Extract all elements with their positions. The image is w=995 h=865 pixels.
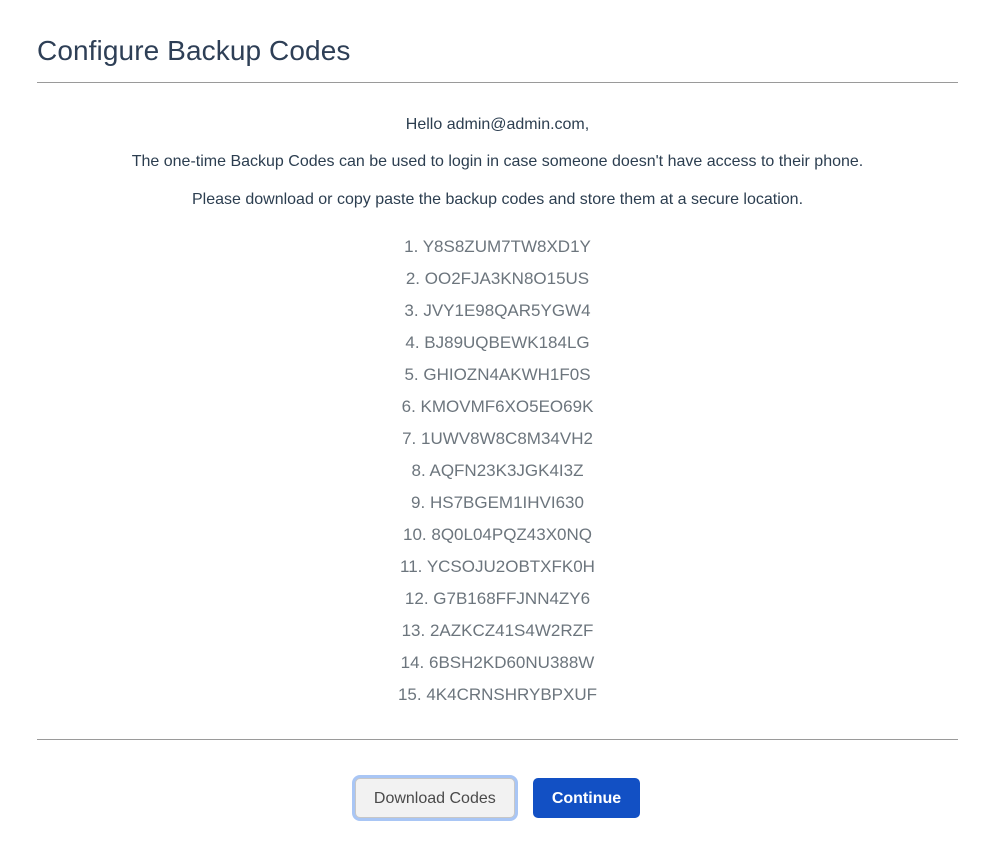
backup-codes-instruction: Please download or copy paste the backup…: [191, 191, 804, 208]
backup-code-item: 4K4CRNSHRYBPXUF: [426, 685, 598, 704]
continue-button[interactable]: Continue: [532, 778, 641, 818]
backup-codes-list: Y8S8ZUM7TW8XD1Y OO2FJA3KN8O15US JVY1E98QAR…: [37, 231, 958, 711]
backup-code-item: BJ89UQBEWK184LG: [424, 333, 590, 352]
backup-code-item: GHIOZN4AKWH1F0S: [423, 365, 591, 384]
backup-code-item: 6BSH2KD60NU388W: [429, 653, 595, 672]
download-codes-button[interactable]: Download Codes: [354, 778, 515, 818]
backup-codes-section: Y8S8ZUM7TW8XD1Y OO2FJA3KN8O15US JVY1E98QAR…: [37, 209, 958, 711]
backup-code-item: HS7BGEM1IHVI630: [429, 493, 584, 512]
backup-code-item: KMOVMF6XO5EO69K: [420, 397, 594, 416]
backup-code-item: G7B168FFJNN4ZY6: [433, 589, 591, 608]
backup-code-item: 8Q0L04PQZ43X0NQ: [431, 525, 593, 544]
backup-code-item: OO2FJA3KN8O15US: [424, 269, 590, 288]
backup-code-item: 1UWV8W8C8M34VH2: [420, 429, 593, 448]
intro-text-block: Hello admin@admin.com, The one-time Back…: [37, 83, 958, 209]
backup-code-item: JVY1E98QAR5YGW4: [423, 301, 591, 320]
page-title: Configure Backup Codes: [37, 35, 351, 66]
action-buttons-row: Download Codes Continue: [37, 740, 958, 818]
backup-code-item: YCSOJU2OBTXFK0H: [426, 557, 595, 576]
footer-spacer: [37, 711, 958, 739]
configure-backup-codes-page: Configure Backup Codes Hello admin@admin…: [0, 0, 995, 865]
backup-codes-description: The one-time Backup Codes can be used to…: [131, 153, 864, 170]
greeting-text: Hello admin@admin.com,: [405, 116, 590, 133]
backup-code-item: 2AZKCZ41S4W2RZF: [429, 621, 594, 640]
backup-code-item: Y8S8ZUM7TW8XD1Y: [422, 237, 591, 256]
backup-code-item: AQFN23K3JGK4I3Z: [429, 461, 584, 480]
